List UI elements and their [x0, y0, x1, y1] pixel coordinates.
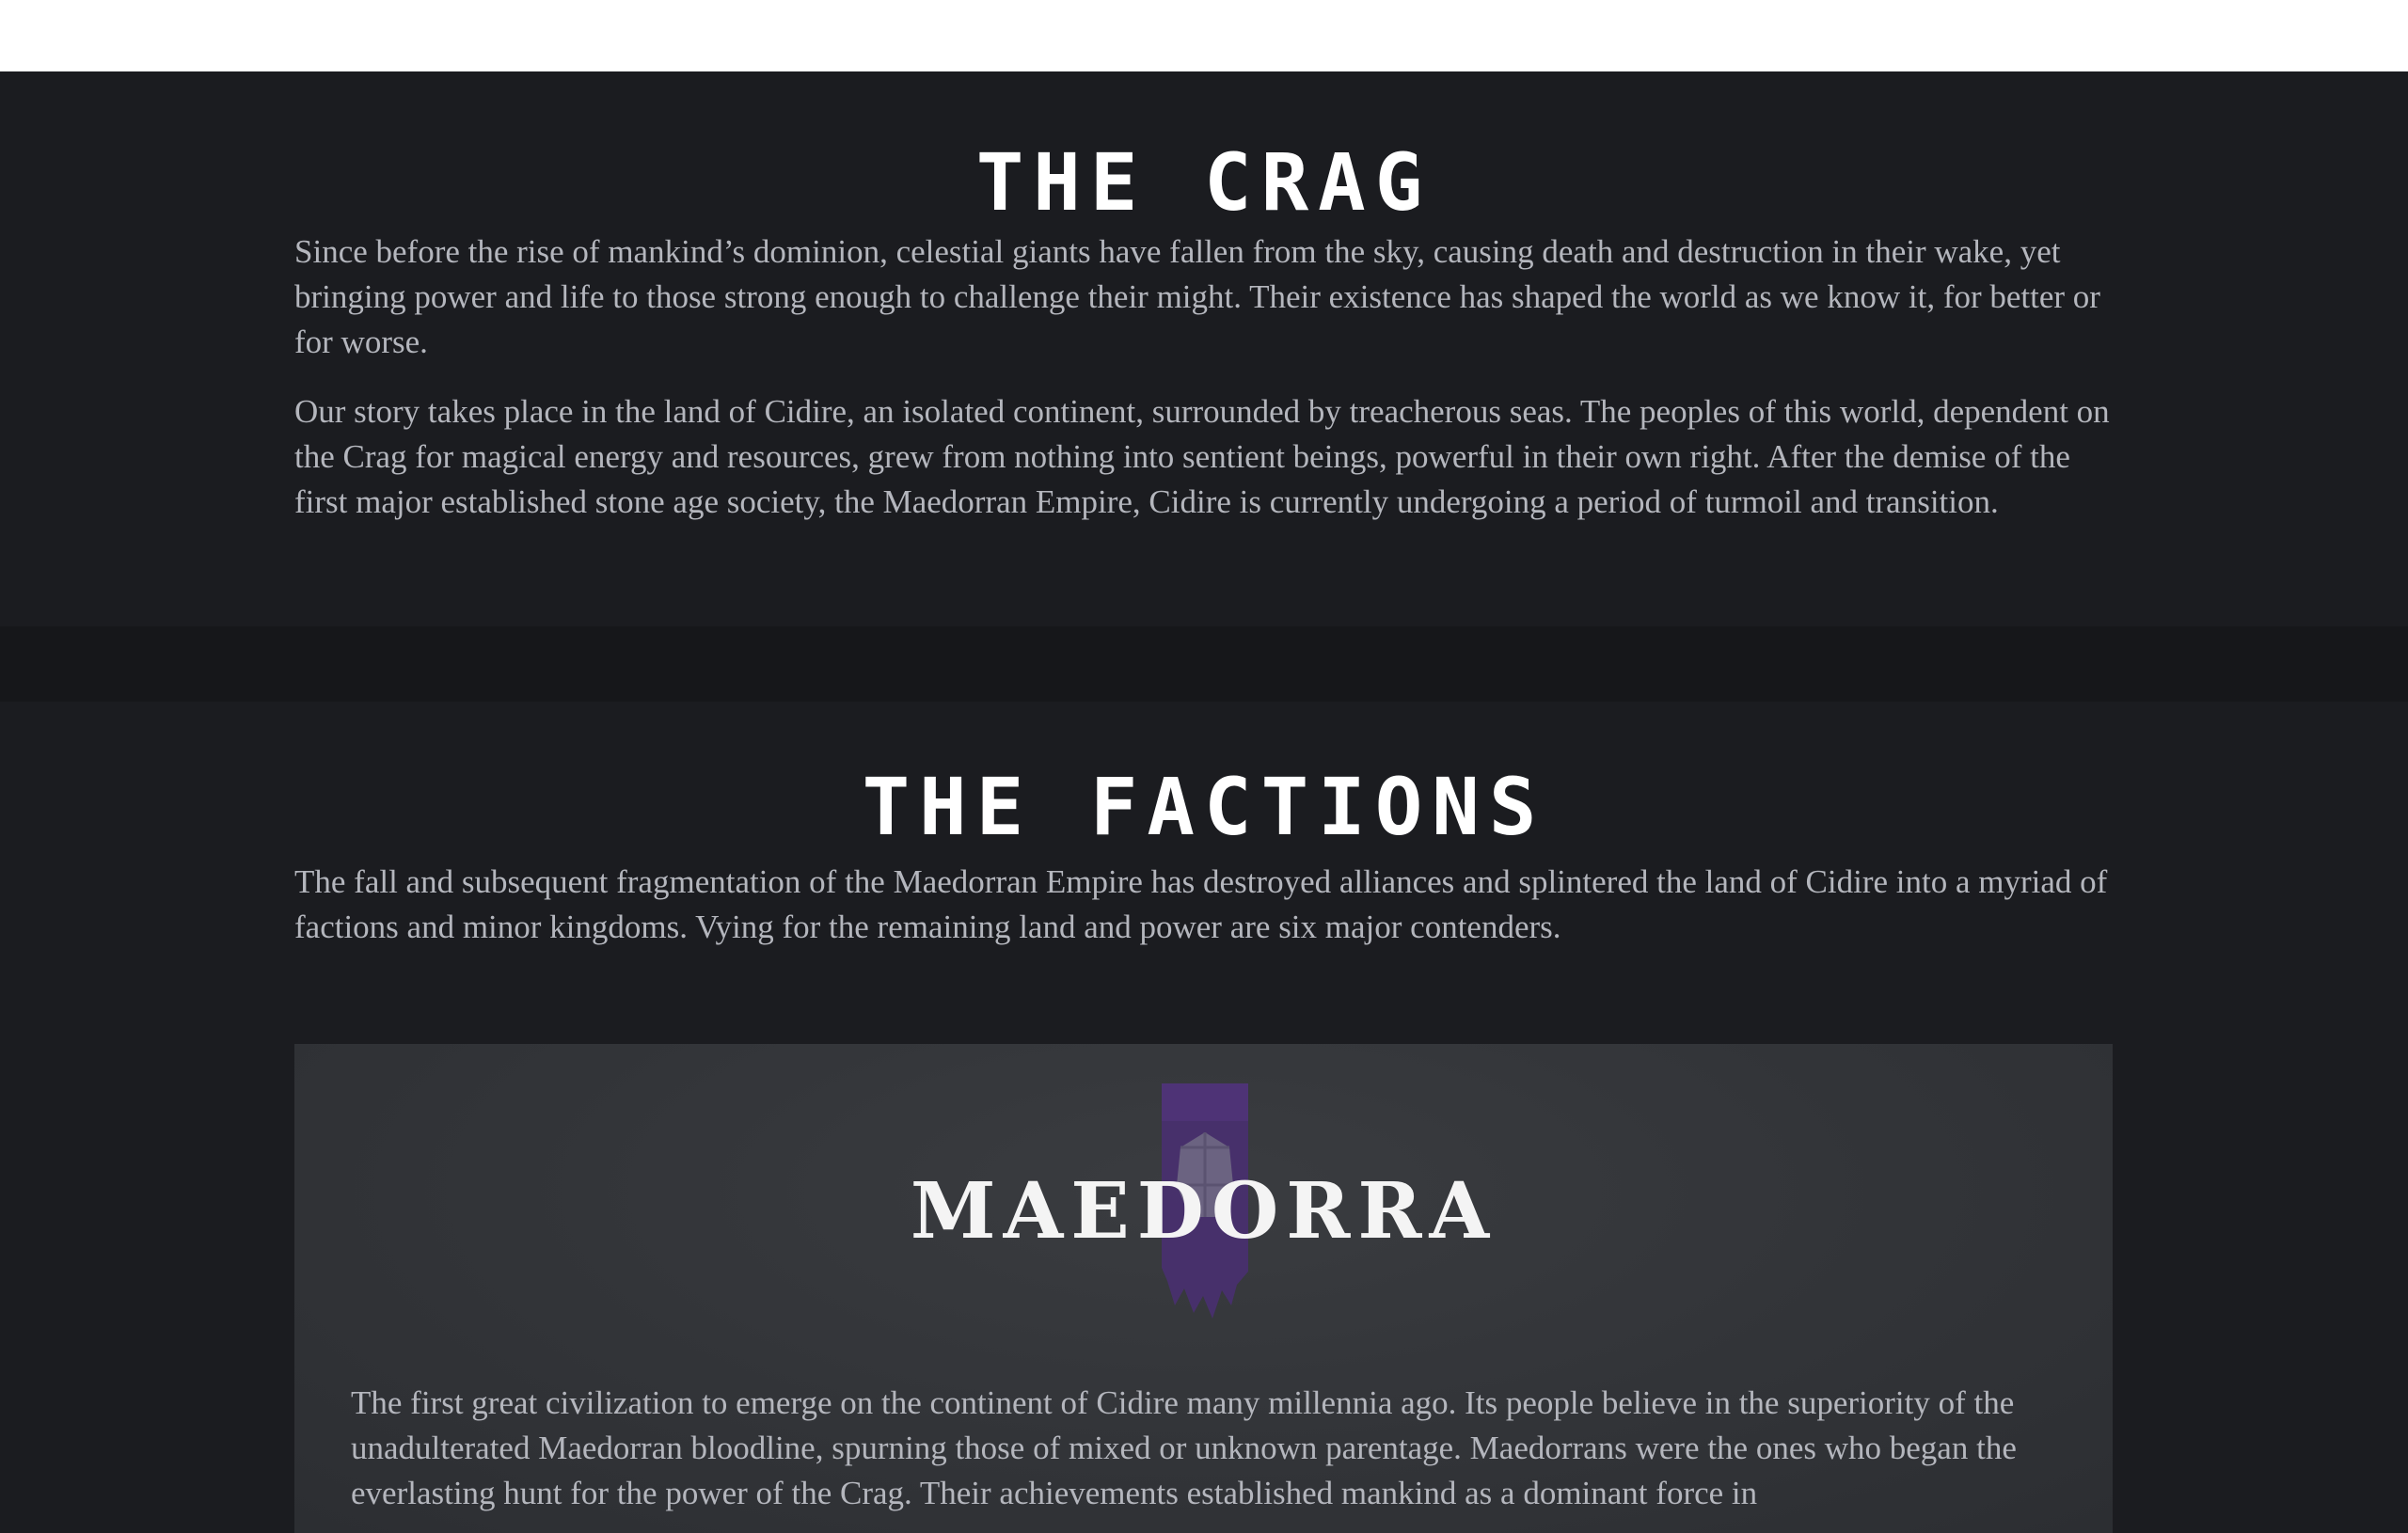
- crag-paragraph-2: Our story takes place in the land of Cid…: [294, 393, 2110, 520]
- factions-title: THE FACTIONS: [862, 761, 1546, 853]
- crag-title: THE CRAG: [975, 136, 1433, 229]
- section-divider: [0, 626, 2408, 702]
- factions-section: THE FACTIONS The fall and subsequent fra…: [0, 702, 2408, 1533]
- factions-intro: The fall and subsequent fragmentation of…: [294, 863, 2108, 945]
- top-browser-strip: [0, 0, 2408, 71]
- crag-paragraph-1: Since before the rise of mankind’s domin…: [294, 233, 2100, 360]
- faction-card-maedorra[interactable]: MAEDORRA The first great civilization to…: [294, 1044, 2113, 1533]
- crag-section: THE CRAG Since before the rise of mankin…: [0, 71, 2408, 626]
- faction-description: The first great civilization to emerge o…: [351, 1384, 2017, 1511]
- faction-name: MAEDORRA: [910, 1166, 1497, 1256]
